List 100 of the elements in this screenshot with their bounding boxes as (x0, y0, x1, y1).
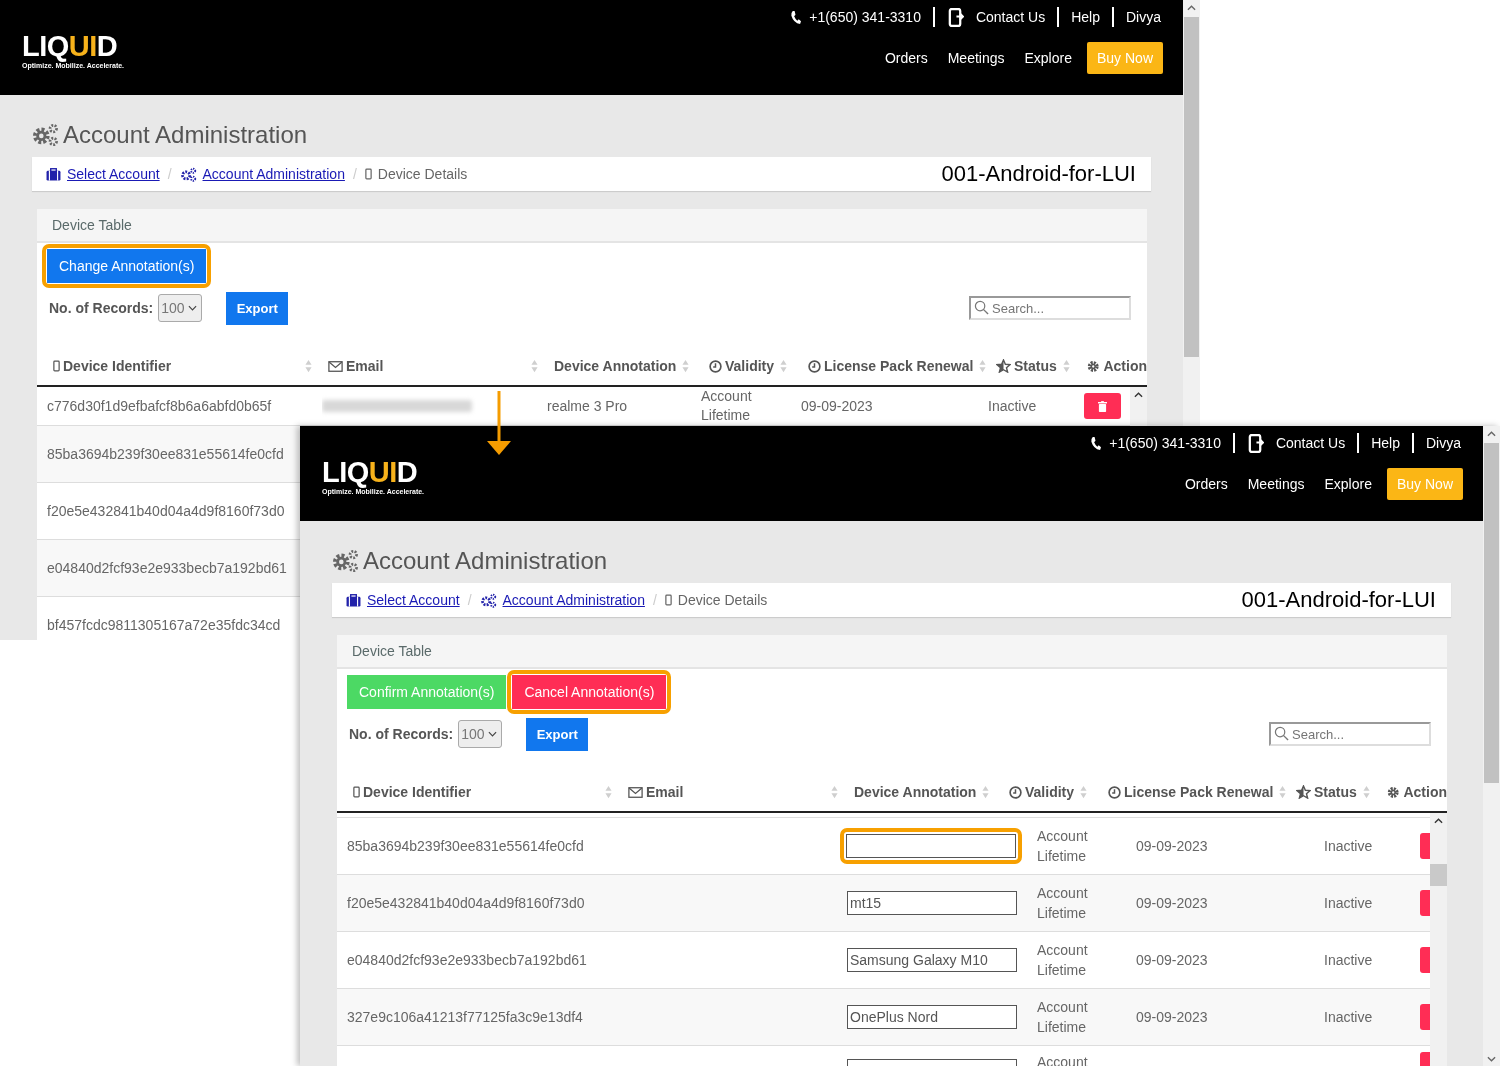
phone-icon (790, 9, 802, 25)
sort-icon[interactable] (1080, 785, 1088, 799)
column-header[interactable]: Device Identifier (63, 358, 172, 374)
header-link[interactable]: Contact Us (975, 9, 1046, 25)
column-header[interactable]: Action (1403, 784, 1447, 800)
records-select[interactable]: 100 (458, 720, 503, 748)
page-title: Account Administration (363, 547, 608, 575)
export-button[interactable]: Export (526, 717, 589, 751)
status: Inactive (1324, 952, 1373, 968)
device-identifier: 327e9c106a41213f77125fa3c9e13df4 (347, 1009, 583, 1025)
search-field[interactable]: Search... (969, 296, 1131, 320)
annotation-button[interactable]: Change Annotation(s) (47, 249, 207, 283)
records-select[interactable]: 100 (158, 294, 203, 322)
annotation-field[interactable]: OnePlus Nord (847, 1005, 1017, 1029)
nav-link[interactable]: Explore (1024, 50, 1072, 66)
breadcrumb-link[interactable]: Select Account (67, 166, 160, 182)
column-header[interactable]: Email (346, 358, 384, 374)
sort-icon[interactable] (831, 785, 838, 799)
scrollbar-thumb[interactable] (1184, 17, 1199, 357)
breadcrumb-link[interactable]: Select Account (367, 592, 460, 608)
column-header[interactable]: Validity (1025, 784, 1075, 800)
chevron-up-icon[interactable] (1187, 5, 1196, 11)
header-link[interactable]: Contact Us (1275, 435, 1346, 451)
annotation-button[interactable]: Cancel Annotation(s) (512, 675, 667, 709)
breadcrumb-separator: / (167, 166, 172, 182)
sort-icon[interactable] (1279, 785, 1287, 799)
column-header[interactable]: License Pack Renewal (824, 358, 974, 374)
validity: Account Lifetime (1037, 884, 1089, 923)
nav-link[interactable]: Explore (1324, 476, 1372, 492)
chevron-up-icon[interactable] (1134, 392, 1143, 398)
sort-icon[interactable] (531, 359, 538, 373)
column-header[interactable]: License Pack Renewal (1124, 784, 1274, 800)
nav-link[interactable]: Meetings (947, 50, 1005, 66)
status: Inactive (1324, 838, 1373, 854)
nav-link[interactable]: Orders (884, 50, 928, 66)
page-title: Account Administration (63, 121, 308, 149)
header-link[interactable]: Divya (1426, 435, 1461, 451)
breadcrumb-current: Device Details (677, 592, 768, 608)
sort-icon[interactable] (982, 785, 990, 799)
gears-icon (179, 166, 197, 182)
sort-icon[interactable] (682, 359, 690, 373)
breadcrumb-link[interactable]: Account Administration (502, 592, 645, 608)
export-button[interactable]: Export (226, 291, 289, 325)
window-scrollbar[interactable] (1183, 0, 1200, 426)
validity: Account Lifetime (1037, 998, 1089, 1037)
device-identifier: 85ba3694b239f30ee831e55614fe0cfd (347, 838, 584, 854)
delete-button[interactable] (1084, 393, 1121, 419)
trash-icon (1098, 400, 1107, 412)
chevron-up-icon[interactable] (1487, 431, 1496, 437)
header-link[interactable]: Help (1371, 435, 1400, 451)
search-field[interactable]: Search... (1269, 722, 1431, 746)
sort-icon[interactable] (1062, 359, 1070, 373)
sort-icon[interactable] (1362, 785, 1370, 799)
account-name: 001-Android-for-LUI (1241, 587, 1436, 613)
column-header[interactable]: Action (1103, 358, 1147, 374)
header-link[interactable]: Help (1071, 9, 1100, 25)
briefcase-icon (46, 167, 61, 181)
column-header[interactable]: Email (646, 784, 684, 800)
device-identifier: 85ba3694b239f30ee831e55614fe0cfd (47, 446, 284, 462)
sort-icon[interactable] (605, 785, 612, 799)
annotation-field[interactable]: Samsung Galaxy M10 (847, 948, 1017, 972)
device-identifier: e04840d2fcf93e2e933becb7a192bd61 (347, 952, 587, 968)
nav-link[interactable]: Orders (1184, 476, 1228, 492)
header-link[interactable]: Divya (1126, 9, 1161, 25)
scrollbar-thumb[interactable] (1430, 864, 1447, 886)
clock-icon (808, 359, 821, 373)
window-scrollbar[interactable] (1483, 426, 1500, 1066)
validity: Account Lifetime (1037, 827, 1089, 866)
validity: Account Lifetime (1037, 941, 1089, 980)
clock-icon (1009, 785, 1022, 799)
annotation-field[interactable] (846, 834, 1016, 858)
mobile-icon (53, 360, 60, 372)
breadcrumb-link[interactable]: Account Administration (202, 166, 345, 182)
records-label: No. of Records: (349, 726, 454, 742)
chevron-down-icon[interactable] (1487, 1056, 1496, 1062)
phone-link[interactable]: +1(650) 341-3310 (1109, 435, 1221, 451)
sort-icon[interactable] (780, 359, 788, 373)
column-header[interactable]: Device Identifier (363, 784, 472, 800)
card-title: Device Table (352, 643, 432, 659)
search-icon (1274, 726, 1289, 741)
mobile-icon (664, 594, 672, 606)
envelope-icon (628, 786, 643, 798)
annotation-field[interactable]: mt15 (847, 891, 1017, 915)
column-header[interactable]: Status (1014, 358, 1057, 374)
column-header[interactable]: Status (1314, 784, 1357, 800)
sort-icon[interactable] (305, 359, 312, 373)
clock-icon (709, 359, 722, 373)
gear-icon (1387, 785, 1400, 799)
account-name: 001-Android-for-LUI (941, 161, 1136, 187)
status: Inactive (1324, 1009, 1373, 1025)
status: Inactive (988, 398, 1037, 414)
phone-link[interactable]: +1(650) 341-3310 (809, 9, 921, 25)
nav-link[interactable]: Meetings (1247, 476, 1305, 492)
column-header[interactable]: Validity (725, 358, 775, 374)
chevron-up-icon[interactable] (1434, 818, 1443, 824)
column-header[interactable]: Device Annotation (554, 358, 677, 374)
column-header[interactable]: Device Annotation (854, 784, 977, 800)
breadcrumb-current: Device Details (377, 166, 468, 182)
scrollbar-thumb[interactable] (1484, 443, 1499, 783)
sort-icon[interactable] (979, 359, 987, 373)
